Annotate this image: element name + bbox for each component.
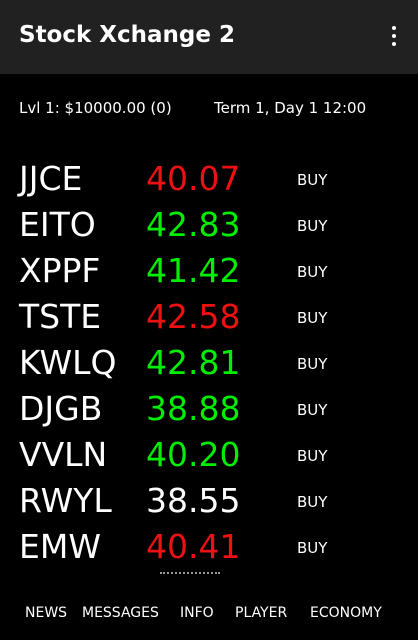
buy-button[interactable]: BUY bbox=[297, 536, 327, 560]
stock-price: 40.07 bbox=[146, 159, 241, 198]
buy-button[interactable]: BUY bbox=[297, 352, 327, 376]
app-bar: Stock Xchange 2 bbox=[0, 0, 418, 74]
stock-price: 42.58 bbox=[146, 297, 241, 336]
status-line: Lvl 1: $10000.00 (0) Term 1, Day 1 12:00 bbox=[0, 99, 418, 119]
stock-row[interactable]: KWLQ 42.81 BUY bbox=[0, 342, 418, 388]
stock-ticker: JJCE bbox=[19, 159, 83, 198]
stock-price: 42.81 bbox=[146, 343, 241, 382]
stock-price: 40.20 bbox=[146, 435, 241, 474]
nav-item-player[interactable]: PLAYER bbox=[235, 605, 287, 621]
buy-button[interactable]: BUY bbox=[297, 260, 327, 284]
nav-item-messages[interactable]: MESSAGES bbox=[82, 605, 159, 621]
stock-ticker: XPPF bbox=[19, 251, 101, 290]
nav-item-info[interactable]: INFO bbox=[180, 605, 214, 621]
stock-price: 38.88 bbox=[146, 389, 241, 428]
buy-button[interactable]: BUY bbox=[297, 444, 327, 468]
stock-ticker: RWYL bbox=[19, 481, 112, 520]
app-screen: Stock Xchange 2 Lvl 1: $10000.00 (0) Ter… bbox=[0, 0, 418, 640]
buy-button[interactable]: BUY bbox=[297, 306, 327, 330]
bottom-nav: NEWS MESSAGES INFO PLAYER ECONOMY bbox=[0, 594, 418, 634]
stock-row[interactable]: DJGB 38.88 BUY bbox=[0, 388, 418, 434]
level-balance: Lvl 1: $10000.00 (0) bbox=[19, 99, 172, 117]
partially-visible-row bbox=[0, 572, 418, 580]
stock-price: 41.42 bbox=[146, 251, 241, 290]
stock-ticker: TSTE bbox=[19, 297, 102, 336]
stock-row[interactable]: RWYL 38.55 BUY bbox=[0, 480, 418, 526]
stock-ticker: EMW bbox=[19, 527, 101, 566]
stock-price: 38.55 bbox=[146, 481, 241, 520]
more-vert-icon[interactable] bbox=[384, 24, 404, 50]
buy-button[interactable]: BUY bbox=[297, 398, 327, 422]
buy-button[interactable]: BUY bbox=[297, 490, 327, 514]
stock-row[interactable]: JJCE 40.07 BUY bbox=[0, 158, 418, 204]
stock-ticker: VVLN bbox=[19, 435, 108, 474]
stock-ticker: DJGB bbox=[19, 389, 103, 428]
nav-item-news[interactable]: NEWS bbox=[25, 605, 67, 621]
stock-row[interactable]: EITO 42.83 BUY bbox=[0, 204, 418, 250]
stock-row[interactable]: TSTE 42.58 BUY bbox=[0, 296, 418, 342]
nav-item-economy[interactable]: ECONOMY bbox=[310, 605, 382, 621]
game-date-time: Term 1, Day 1 12:00 bbox=[214, 99, 367, 117]
stock-list[interactable]: JJCE 40.07 BUY EITO 42.83 BUY XPPF 41.42 BUY TSTE… bbox=[0, 158, 418, 580]
stock-ticker: KWLQ bbox=[19, 343, 117, 382]
buy-button[interactable]: BUY bbox=[297, 214, 327, 238]
stock-row[interactable]: VVLN 40.20 BUY bbox=[0, 434, 418, 480]
stock-row[interactable]: EMW 40.41 BUY bbox=[0, 526, 418, 572]
stock-price: 40.41 bbox=[146, 527, 241, 566]
stock-ticker: EITO bbox=[19, 205, 96, 244]
app-title: Stock Xchange 2 bbox=[19, 22, 236, 48]
stock-price: 42.83 bbox=[146, 205, 241, 244]
stock-row[interactable]: XPPF 41.42 BUY bbox=[0, 250, 418, 296]
buy-button[interactable]: BUY bbox=[297, 168, 327, 192]
